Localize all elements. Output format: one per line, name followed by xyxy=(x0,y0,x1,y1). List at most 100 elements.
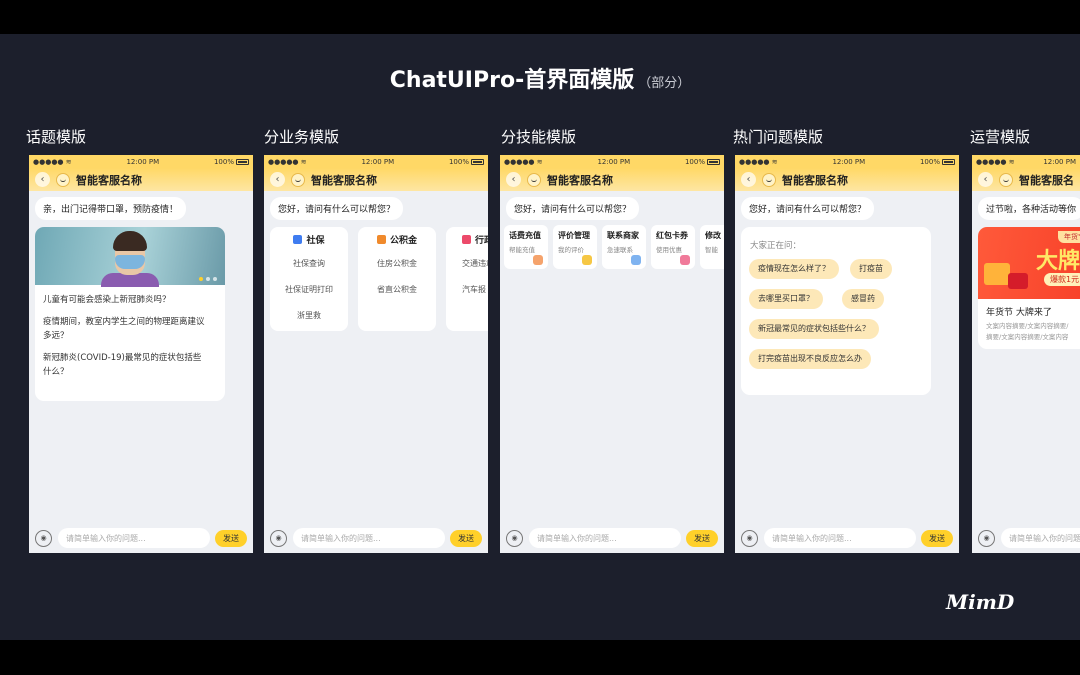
greeting-bubble: 亲，出门记得带口罩，预防疫情！ xyxy=(35,197,187,220)
hot-question-chip[interactable]: 疫情现在怎么样了？ xyxy=(749,259,839,279)
skill-card[interactable]: 红包卡券 使用优惠 xyxy=(651,225,695,269)
gift-box-icon xyxy=(984,263,1010,285)
thumbs-up-icon xyxy=(582,255,592,265)
phone-hot-questions-template: ●●●●● ≋ 12:00 PM 100% ‹ 智能客服名称 您好，请问有什么可以帮您… xyxy=(735,155,959,553)
status-bar: ●●●●● ≋ 12:00 PM 100% xyxy=(735,155,959,168)
phone-skill-template: ●●●●● ≋ 12:00 PM 100% ‹ 智能客服名称 您好，请问有什么可以帮您… xyxy=(500,155,724,553)
battery-indicator: 100% xyxy=(449,158,484,166)
hot-question-chip[interactable]: 感冒药 xyxy=(842,289,884,309)
signal-icon: ●●●●● ≋ xyxy=(976,157,1015,166)
operation-item-title: 年货节 大牌来了 xyxy=(986,308,1052,318)
greeting-bubble: 过节啦，各种活动等你 xyxy=(978,197,1080,220)
chevron-left-icon[interactable]: ‹ xyxy=(506,172,521,187)
phone-topic-template: ●●●●● ≋ 12:00 PM 100% ‹ 智能客服名称 亲，出门记得带口罩，预防… xyxy=(29,155,253,553)
nav-title: 智能客服名称 xyxy=(76,173,142,187)
nav-bar: ‹ 智能客服名称 xyxy=(500,168,724,191)
message-input[interactable]: 请简单输入你的问题... xyxy=(293,528,445,548)
voice-icon[interactable]: ◉ xyxy=(506,529,523,547)
brand-logo: MimD xyxy=(946,590,1015,614)
template-label-hot: 热门问题模版 xyxy=(733,128,824,146)
carousel-dots[interactable] xyxy=(196,277,217,281)
service-card-title: 社保 xyxy=(306,235,325,246)
skill-card[interactable]: 评价管理 我的评价 xyxy=(553,225,597,269)
operation-item-desc: 文案内容摘要/文案内容摘要/ xyxy=(986,322,1069,330)
service-card-admin: 行政 交通违章 汽车报 xyxy=(446,227,488,331)
message-input[interactable]: 请简单输入你的问题... xyxy=(58,528,210,548)
topic-question[interactable]: 儿童有可能会感染上新冠肺炎吗？ xyxy=(35,293,225,307)
coupon-icon xyxy=(680,255,690,265)
send-button[interactable]: 发送 xyxy=(921,529,953,547)
nav-bar: ‹ 智能客服名称 xyxy=(264,168,488,191)
carousel-dot[interactable] xyxy=(213,277,217,281)
bot-avatar-icon xyxy=(999,172,1013,187)
battery-icon xyxy=(470,158,484,165)
topic-banner-image[interactable] xyxy=(35,227,225,287)
service-card-header: 社保 xyxy=(270,227,348,251)
topic-card: 儿童有可能会感染上新冠肺炎吗？ 疫情期间，教室内学生之间的物理距离建议 多远？ … xyxy=(35,227,225,401)
message-input[interactable]: 请简单输入你的问题... xyxy=(1001,528,1080,548)
chevron-left-icon[interactable]: ‹ xyxy=(741,172,756,187)
voice-icon[interactable]: ◉ xyxy=(270,529,287,547)
topic-question-cont[interactable]: 什么？ xyxy=(35,365,225,379)
battery-icon xyxy=(706,158,720,165)
carousel-dot[interactable] xyxy=(206,277,210,281)
message-input[interactable]: 请简单输入你的问题... xyxy=(764,528,916,548)
chevron-left-icon[interactable]: ‹ xyxy=(35,172,50,187)
send-button[interactable]: 发送 xyxy=(215,529,247,547)
shield-icon xyxy=(293,234,303,244)
hot-question-chip[interactable]: 打疫苗 xyxy=(850,259,892,279)
service-item[interactable]: 浙里救 xyxy=(270,303,348,329)
template-label-skill: 分技能模版 xyxy=(501,128,577,146)
signal-icon: ●●●●● ≋ xyxy=(33,157,72,166)
phone-operation-template: ●●●●● ≋ 12:00 PM ‹ 智能客服名 过节啦，各种活动等你 年货节 大牌… xyxy=(972,155,1080,553)
status-bar: ●●●●● ≋ 12:00 PM 100% xyxy=(500,155,724,168)
topic-question[interactable]: 新冠肺炎(COVID-19)最常见的症状包括些 xyxy=(35,351,225,365)
battery-text: 100% xyxy=(919,157,940,166)
voice-icon[interactable]: ◉ xyxy=(741,529,758,547)
battery-text: 100% xyxy=(684,157,705,166)
status-bar: ●●●●● ≋ 12:00 PM xyxy=(972,155,1080,168)
skill-name: 修改 xyxy=(705,231,721,240)
carousel-dot[interactable] xyxy=(199,277,203,281)
skill-card[interactable]: 话费充值 帮能充值 xyxy=(504,225,548,269)
signal-icon: ●●●●● ≋ xyxy=(268,157,307,166)
service-item[interactable]: 交通违章 xyxy=(446,251,488,277)
banner-title: 大牌来 xyxy=(1036,249,1080,274)
child-hair-shape xyxy=(113,231,147,251)
skill-card[interactable]: 修改 智能 xyxy=(700,225,724,269)
nav-bar: ‹ 智能客服名称 xyxy=(735,168,959,191)
topic-question-cont[interactable]: 多远？ xyxy=(35,329,225,343)
chevron-left-icon[interactable]: ‹ xyxy=(270,172,285,187)
signal-icon: ●●●●● ≋ xyxy=(504,157,543,166)
voice-icon[interactable]: ◉ xyxy=(35,529,52,547)
chevron-left-icon[interactable]: ‹ xyxy=(978,172,993,187)
battery-icon xyxy=(941,158,955,165)
service-item[interactable]: 省直公积金 xyxy=(358,277,436,303)
hot-question-chip[interactable]: 新冠最常见的症状包括些什么？ xyxy=(749,319,879,339)
message-input[interactable]: 请简单输入你的问题... xyxy=(529,528,681,548)
status-bar: ●●●●● ≋ 12:00 PM 100% xyxy=(29,155,253,168)
skill-desc: 使用优惠 xyxy=(656,246,682,254)
service-item[interactable]: 住房公积金 xyxy=(358,251,436,277)
nav-title: 智能客服名 xyxy=(1019,173,1074,187)
hot-question-chip[interactable]: 去哪里买口罩？ xyxy=(749,289,823,309)
service-item[interactable]: 汽车报 xyxy=(446,277,488,303)
skill-card[interactable]: 联系商家 急速联系 xyxy=(602,225,646,269)
topic-question[interactable]: 疫情期间，教室内学生之间的物理距离建议 xyxy=(35,315,225,329)
input-bar: ◉ 请简单输入你的问题... xyxy=(972,523,1080,553)
operation-card[interactable]: 年货节 大牌来 爆款1元 年货节 大牌来了 文案内容摘要/文案内容摘要/ 摘要/… xyxy=(978,227,1080,349)
skill-name: 联系商家 xyxy=(607,231,639,240)
input-bar: ◉ 请简单输入你的问题... 发送 xyxy=(500,523,724,553)
service-item[interactable]: 社保证明打印 xyxy=(270,277,348,303)
battery-indicator: 100% xyxy=(214,158,249,166)
send-button[interactable]: 发送 xyxy=(686,529,718,547)
status-time: 12:00 PM xyxy=(126,157,160,166)
battery-indicator: 100% xyxy=(920,158,955,166)
voice-icon[interactable]: ◉ xyxy=(978,529,995,547)
service-item[interactable]: 社保查询 xyxy=(270,251,348,277)
send-button[interactable]: 发送 xyxy=(450,529,482,547)
hot-question-chip[interactable]: 打完疫苗出现不良反应怎么办 xyxy=(749,349,871,369)
banner-promo: 爆款1元 xyxy=(1044,273,1080,286)
promo-banner[interactable]: 年货节 大牌来 爆款1元 xyxy=(978,227,1080,299)
hot-questions-card: 大家正在问： 疫情现在怎么样了？ 打疫苗 去哪里买口罩？ 感冒药 新冠最常见的症… xyxy=(741,227,931,395)
